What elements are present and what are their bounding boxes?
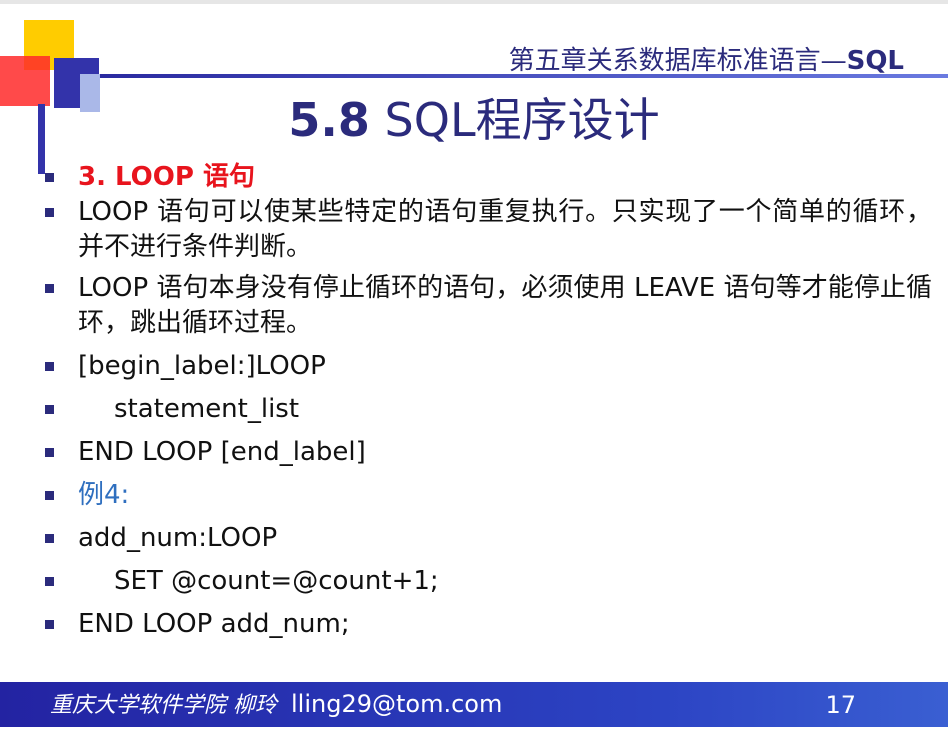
bullet-icon xyxy=(45,284,54,293)
list-item: END LOOP [end_label] xyxy=(42,435,932,470)
list-item: END LOOP add_num; xyxy=(42,607,932,642)
bullet-icon xyxy=(45,173,54,182)
item-text: LOOP 语句可以使某些特定的语句重复执行。只实现了一个简单的循环，并不进行条件… xyxy=(78,197,932,262)
bullet-icon xyxy=(45,405,54,414)
chapter-heading: 第五章关系数据库标准语言—SQL xyxy=(509,40,904,77)
list-item: add_num:LOOP xyxy=(42,521,932,556)
chapter-heading-cn: 第五章关系数据库标准语言— xyxy=(508,46,847,76)
code-line: SET @count=@count+1; xyxy=(114,566,439,596)
footer-email: lling29@tom.com xyxy=(291,690,503,718)
list-item: 例4: xyxy=(42,478,932,513)
list-item: LOOP 语句本身没有停止循环的语句，必须使用 LEAVE 语句等才能停止循环，… xyxy=(42,271,932,341)
list-item: 3. LOOP 语句 xyxy=(42,160,932,195)
code-line: END LOOP [end_label] xyxy=(78,437,366,467)
footer-author: 重庆大学软件学院 柳玲 xyxy=(50,693,277,718)
bullet-icon xyxy=(45,534,54,543)
code-line: statement_list xyxy=(114,394,300,424)
bullet-list: 3. LOOP 语句 LOOP 语句可以使某些特定的语句重复执行。只实现了一个简… xyxy=(42,160,932,642)
code-line: END LOOP add_num; xyxy=(78,609,350,639)
slide-title-text: SQL程序设计 xyxy=(369,93,660,147)
list-item: SET @count=@count+1; xyxy=(42,564,932,599)
page-number: 17 xyxy=(825,691,856,719)
code-line: [begin_label:]LOOP xyxy=(78,351,326,381)
bullet-icon xyxy=(45,620,54,629)
example-label: 例4: xyxy=(78,480,130,510)
bullet-icon xyxy=(45,208,54,217)
bullet-icon xyxy=(45,577,54,586)
slide-title-number: 5.8 xyxy=(288,93,370,147)
list-item: [begin_label:]LOOP xyxy=(42,349,932,384)
bullet-icon xyxy=(45,491,54,500)
top-divider xyxy=(0,0,948,4)
section-heading: 3. LOOP 语句 xyxy=(78,162,255,192)
chapter-heading-en: SQL xyxy=(846,46,904,76)
footer-bar: 重庆大学软件学院 柳玲 lling29@tom.com 17 xyxy=(0,682,948,727)
list-item: LOOP 语句可以使某些特定的语句重复执行。只实现了一个简单的循环，并不进行条件… xyxy=(42,195,932,265)
list-item: statement_list xyxy=(42,392,932,427)
item-text: LOOP 语句本身没有停止循环的语句，必须使用 LEAVE 语句等才能停止循环，… xyxy=(78,273,932,338)
code-line: add_num:LOOP xyxy=(78,523,278,553)
bullet-icon xyxy=(45,362,54,371)
footer-credit: 重庆大学软件学院 柳玲 lling29@tom.com xyxy=(50,687,502,719)
bullet-icon xyxy=(45,448,54,457)
slide-title: 5.8 SQL程序设计 xyxy=(0,84,948,150)
